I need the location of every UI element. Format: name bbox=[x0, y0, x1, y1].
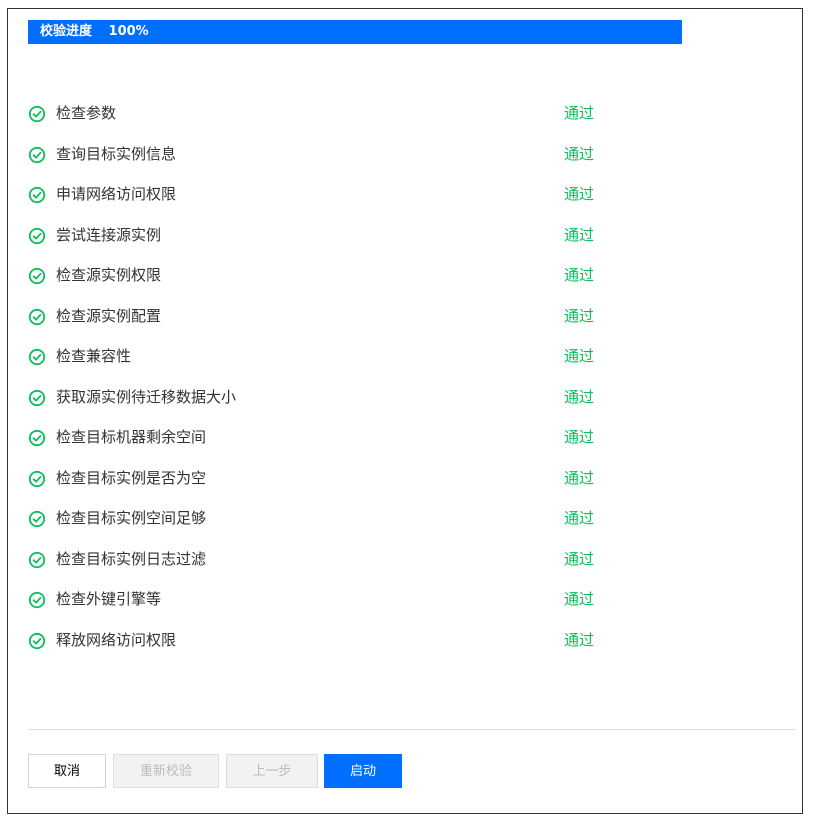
check-item: 释放网络访问权限 通过 bbox=[28, 624, 668, 665]
check-item-status: 通过 bbox=[564, 306, 595, 325]
check-item-status: 通过 bbox=[564, 104, 595, 122]
check-item: 获取源实例待迁移数据大小 通过 bbox=[28, 381, 668, 422]
check-circle-icon bbox=[28, 470, 46, 488]
check-item: 检查目标实例空间足够 通过 bbox=[28, 502, 668, 543]
check-circle-icon bbox=[28, 591, 46, 609]
check-item: 检查参数 通过 bbox=[28, 97, 668, 138]
progress-percent: 100% bbox=[108, 24, 149, 39]
check-item-status: 通过 bbox=[564, 468, 595, 487]
check-item: 查询目标实例信息 通过 bbox=[28, 138, 668, 179]
check-circle-icon bbox=[28, 429, 46, 447]
check-item-label: 检查源实例配置 bbox=[56, 306, 162, 325]
check-item: 检查目标实例是否为空 通过 bbox=[28, 462, 668, 503]
check-circle-icon bbox=[28, 510, 46, 528]
check-item-label: 申请网络访问权限 bbox=[56, 185, 177, 203]
check-item: 检查目标机器剩余空间 通过 bbox=[28, 421, 668, 462]
check-item-status: 通过 bbox=[564, 387, 595, 406]
check-circle-icon bbox=[28, 551, 46, 569]
check-item-status: 通过 bbox=[564, 630, 595, 649]
previous-step-button[interactable]: 上一步 bbox=[226, 754, 318, 788]
check-item-label: 检查参数 bbox=[56, 104, 117, 122]
check-circle-icon bbox=[28, 146, 46, 164]
check-item: 检查目标实例日志过滤 通过 bbox=[28, 543, 668, 584]
check-item-status: 通过 bbox=[564, 225, 595, 244]
check-list: 检查参数 通过 查询目标实例信息 通过 申请网络访问权限 通过 尝试连接源实例 通过 检查源实例… bbox=[28, 97, 668, 664]
footer-divider bbox=[28, 729, 796, 730]
check-item-label: 检查目标实例是否为空 bbox=[56, 468, 207, 487]
check-item-status: 通过 bbox=[564, 347, 595, 365]
check-item-status: 通过 bbox=[564, 549, 595, 568]
check-item: 申请网络访问权限 通过 bbox=[28, 178, 668, 219]
check-circle-icon bbox=[28, 227, 46, 245]
check-item-label: 尝试连接源实例 bbox=[56, 225, 162, 244]
check-item-label: 查询目标实例信息 bbox=[56, 144, 177, 163]
check-item-label: 检查目标实例日志过滤 bbox=[56, 549, 207, 568]
validation-progress-bar: 校验进度 100% bbox=[28, 20, 682, 44]
check-item-label: 检查外键引擎等 bbox=[56, 590, 162, 608]
check-item-status: 通过 bbox=[564, 590, 595, 608]
check-item-label: 释放网络访问权限 bbox=[56, 630, 177, 649]
check-item-label: 检查目标机器剩余空间 bbox=[56, 428, 207, 446]
check-item-label: 获取源实例待迁移数据大小 bbox=[56, 387, 237, 406]
check-item: 检查源实例配置 通过 bbox=[28, 300, 668, 341]
check-item-label: 检查兼容性 bbox=[56, 347, 132, 365]
check-circle-icon bbox=[28, 105, 46, 123]
check-circle-icon bbox=[28, 348, 46, 366]
check-item-status: 通过 bbox=[564, 266, 595, 284]
check-item-status: 通过 bbox=[564, 509, 595, 527]
progress-label: 校验进度 bbox=[40, 24, 93, 39]
check-circle-icon bbox=[28, 267, 46, 285]
validation-panel: 校验进度 100% 检查参数 通过 查询目标实例信息 通过 申请网络访问权限 通过 尝试连接… bbox=[7, 8, 803, 814]
check-item: 检查外键引擎等 通过 bbox=[28, 583, 668, 624]
check-circle-icon bbox=[28, 632, 46, 650]
check-circle-icon bbox=[28, 389, 46, 407]
check-item: 尝试连接源实例 通过 bbox=[28, 219, 668, 260]
check-item: 检查兼容性 通过 bbox=[28, 340, 668, 381]
recheck-button[interactable]: 重新校验 bbox=[113, 754, 219, 788]
check-circle-icon bbox=[28, 308, 46, 326]
check-item-status: 通过 bbox=[564, 428, 595, 446]
check-item-status: 通过 bbox=[564, 185, 595, 203]
progress-text: 校验进度 100% bbox=[40, 20, 149, 44]
check-circle-icon bbox=[28, 186, 46, 204]
check-item-label: 检查源实例权限 bbox=[56, 266, 162, 284]
check-item-status: 通过 bbox=[564, 144, 595, 163]
check-item: 检查源实例权限 通过 bbox=[28, 259, 668, 300]
start-button[interactable]: 启动 bbox=[324, 754, 402, 788]
check-item-label: 检查目标实例空间足够 bbox=[56, 509, 207, 527]
cancel-button[interactable]: 取消 bbox=[28, 754, 106, 788]
